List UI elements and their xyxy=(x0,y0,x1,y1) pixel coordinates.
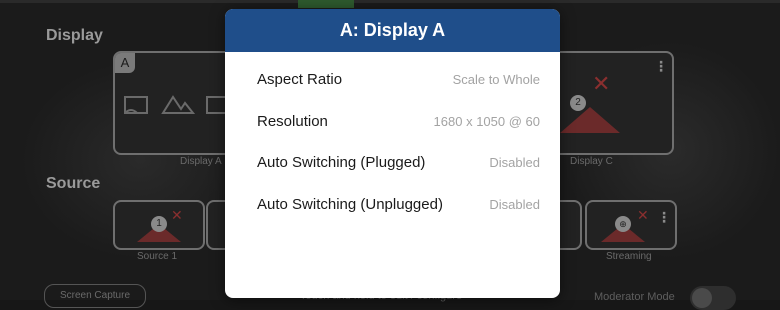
setting-value: Scale to Whole xyxy=(452,72,540,87)
modal-title: A: Display A xyxy=(225,9,560,52)
moderator-mode-label: Moderator Mode xyxy=(594,291,675,303)
disconnected-icon: ✕ xyxy=(171,207,183,223)
source-tile-streaming[interactable]: ⊕ ✕ ⋮ xyxy=(585,200,677,250)
setting-label: Auto Switching (Plugged) xyxy=(257,154,426,171)
display-badge: 2 xyxy=(570,95,586,111)
disconnected-icon: ✕ xyxy=(592,71,611,96)
setting-label: Auto Switching (Unplugged) xyxy=(257,196,443,213)
screen-capture-button[interactable]: Screen Capture xyxy=(44,284,146,308)
display-card-caption: Display A xyxy=(180,156,222,167)
setting-row-auto-switching-unplugged[interactable]: Auto Switching (Unplugged) Disabled xyxy=(257,193,540,217)
display-settings-modal: A: Display A Aspect Ratio Scale to Whole… xyxy=(225,9,560,298)
moderator-mode-toggle[interactable] xyxy=(690,286,736,310)
setting-row-resolution[interactable]: Resolution 1680 x 1050 @ 60 xyxy=(257,110,540,134)
source-section-title: Source xyxy=(46,175,101,192)
setting-value: Disabled xyxy=(489,155,540,170)
more-options-icon[interactable]: ⋮ xyxy=(654,59,668,73)
display-card-c[interactable]: 2 ✕ ⋮ xyxy=(540,51,674,155)
source-caption: Source 1 xyxy=(137,251,178,262)
display-input-icons xyxy=(124,95,230,114)
top-bar xyxy=(0,0,780,3)
display-section-title: Display xyxy=(46,27,103,44)
toggle-knob xyxy=(692,288,712,308)
display-card-caption: Display C xyxy=(570,156,613,167)
more-options-icon[interactable]: ⋮ xyxy=(657,210,671,224)
setting-label: Resolution xyxy=(257,113,328,130)
setting-row-auto-switching-plugged[interactable]: Auto Switching (Plugged) Disabled xyxy=(257,151,540,175)
setting-row-aspect-ratio[interactable]: Aspect Ratio Scale to Whole xyxy=(257,68,540,92)
setting-value: Disabled xyxy=(489,197,540,212)
display-card-tag: A xyxy=(115,53,135,73)
active-tab-indicator xyxy=(298,0,354,8)
globe-icon: ⊕ xyxy=(615,216,631,232)
source-caption: Streaming xyxy=(606,251,652,262)
disconnected-icon: ✕ xyxy=(637,207,649,223)
display-thumbnail xyxy=(560,107,620,133)
setting-value: 1680 x 1050 @ 60 xyxy=(433,114,540,129)
setting-label: Aspect Ratio xyxy=(257,71,343,88)
source-tile-1[interactable]: 1 ✕ xyxy=(113,200,205,250)
source-badge: 1 xyxy=(151,216,167,232)
